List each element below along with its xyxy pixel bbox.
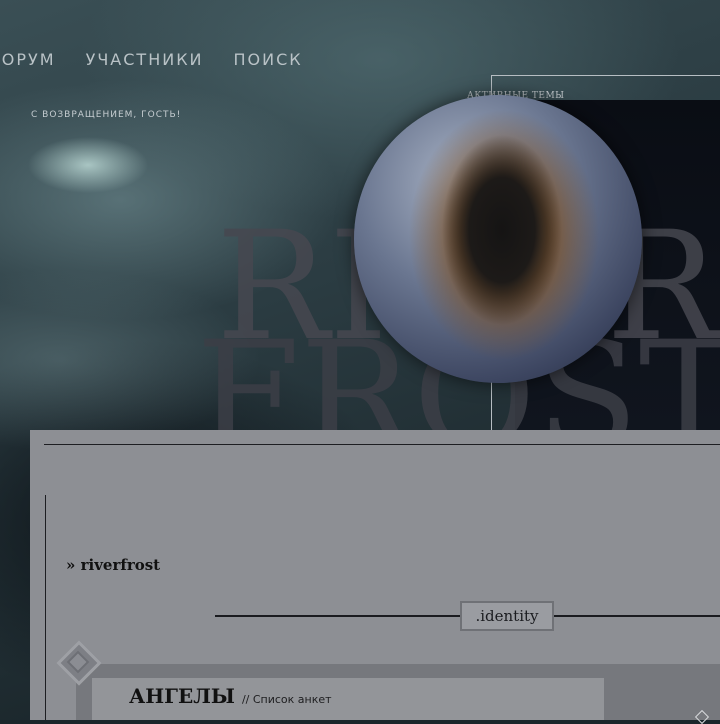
category-card: АНГЕЛЫ // Список анкет <box>92 678 604 720</box>
divider-line-vertical <box>45 495 46 720</box>
nav-item-members[interactable]: УЧАСТНИКИ <box>86 50 204 72</box>
section-divider-label: .identity <box>460 601 554 631</box>
welcome-text: С ВОЗВРАЩЕНИЕМ, ГОСТЬ! <box>31 110 182 120</box>
frame-line-top <box>491 75 720 76</box>
breadcrumb[interactable]: » riverfrost <box>66 556 160 574</box>
divider-line <box>44 444 720 445</box>
nav-item-forum[interactable]: ФОРУМ <box>0 50 56 72</box>
planet-illustration <box>354 95 642 383</box>
category-subtitle: // Список анкет <box>241 693 332 706</box>
identity-label: .identity <box>475 607 539 625</box>
nav-item-search[interactable]: ПОИСК <box>234 50 303 72</box>
category-title[interactable]: АНГЕЛЫ // Список анкет <box>129 684 332 708</box>
main-content: » riverfrost .identity АНГЕЛЫ // Список … <box>30 430 720 724</box>
category-title-text: АНГЕЛЫ <box>129 684 235 708</box>
top-nav: ФОРУМ УЧАСТНИКИ ПОИСК <box>0 50 303 72</box>
